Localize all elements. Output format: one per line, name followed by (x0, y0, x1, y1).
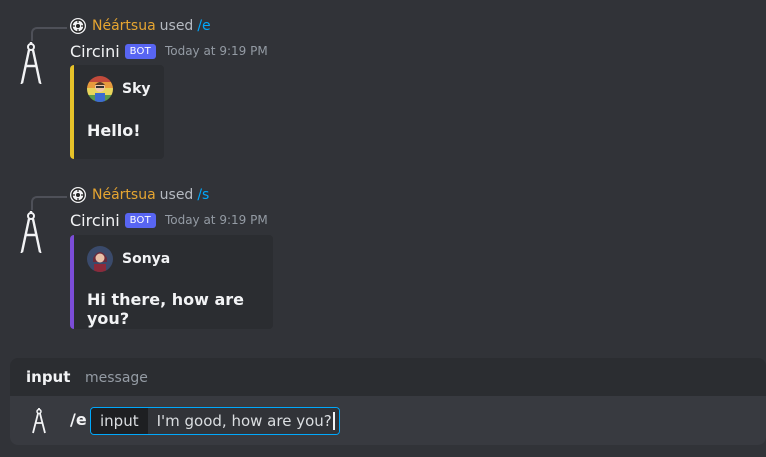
embed-author-name[interactable]: Sonya (122, 251, 170, 267)
bot-badge: BOT (124, 212, 156, 228)
option-value-text: I'm good, how are you? (156, 412, 332, 430)
reply-connector (31, 196, 67, 210)
compass-icon[interactable] (18, 42, 44, 85)
ref-command[interactable]: /e (197, 18, 210, 34)
timestamp: Today at 9:19 PM (164, 44, 268, 58)
ref-username[interactable]: Néártsua (92, 187, 156, 203)
embed-description: Hi there, how are you? (87, 290, 244, 328)
compass-icon (30, 408, 48, 434)
option-value-input[interactable]: I'm good, how are you? (147, 408, 339, 434)
embed-author-name[interactable]: Sky (122, 81, 151, 97)
reply-connector (31, 27, 67, 41)
option-chip[interactable]: input I'm good, how are you? (90, 407, 340, 435)
ref-used-label: used (159, 187, 194, 203)
compass-icon[interactable] (18, 211, 44, 254)
ref-username[interactable]: Néártsua (92, 18, 156, 34)
bot-name[interactable]: Circini (70, 211, 120, 230)
embed-author: Sonya (87, 246, 170, 272)
embed-author-avatar[interactable] (87, 246, 113, 272)
embed-author-avatar[interactable] (87, 76, 113, 102)
timestamp: Today at 9:19 PM (164, 213, 268, 227)
message-header: Circini BOT Today at 9:19 PM (70, 40, 268, 62)
embed-author: Sky (87, 76, 151, 102)
user-avatar-mini[interactable] (70, 187, 86, 203)
option-name[interactable]: input (26, 368, 70, 386)
text-cursor (332, 412, 335, 430)
ref-command[interactable]: /s (197, 187, 209, 203)
message-header: Circini BOT Today at 9:19 PM (70, 209, 268, 231)
embed: Sonya Hi there, how are you? (70, 235, 273, 329)
user-avatar-mini[interactable] (70, 18, 86, 34)
ref-used-label: used (159, 18, 194, 34)
command-reference[interactable]: Néártsua used /e (70, 16, 211, 36)
bot-badge: BOT (124, 43, 156, 59)
slash-command[interactable]: /e (70, 410, 87, 429)
bot-name[interactable]: Circini (70, 42, 120, 61)
embed: Sky Hello! (70, 65, 164, 159)
option-chip-label[interactable]: input (91, 408, 148, 434)
message-composer[interactable]: /e input I'm good, how are you? (10, 396, 766, 445)
command-options-bar: input message (10, 358, 766, 396)
command-reference[interactable]: Néártsua used /s (70, 185, 209, 205)
option-description: message (85, 370, 148, 386)
embed-description: Hello! (87, 121, 141, 140)
